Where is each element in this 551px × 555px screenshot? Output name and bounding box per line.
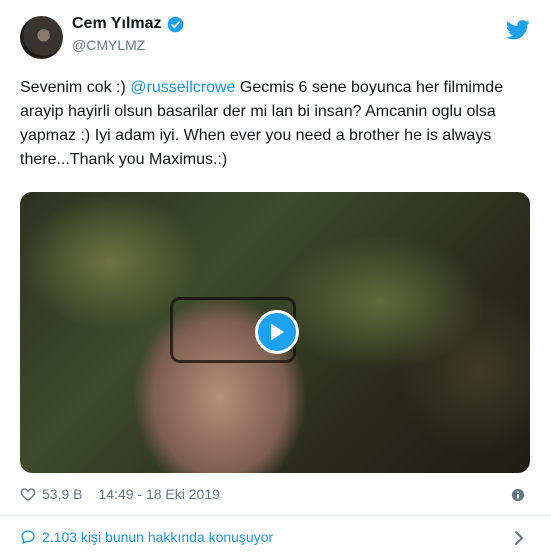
timestamp[interactable]: 14:49 - 18 Eki 2019 — [98, 486, 219, 502]
author-row: Cem Yılmaz — [72, 15, 184, 33]
conversation-text: 2.103 kişi bunun hakkında konuşuyor — [42, 529, 274, 545]
like-count[interactable]: 53,9 B — [42, 486, 82, 502]
avatar[interactable] — [20, 16, 63, 59]
tweet-text: Sevenim cok :) @russellcrowe Gecmis 6 se… — [20, 76, 535, 172]
tweet-meta: 53,9 B 14:49 - 18 Eki 2019 — [20, 486, 220, 502]
speech-bubble-icon — [21, 530, 35, 545]
mention-link[interactable]: @russellcrowe — [130, 79, 235, 96]
tweet-text-part1: Sevenim cok :) — [20, 79, 131, 96]
twitter-bird-icon[interactable] — [506, 20, 530, 40]
play-button[interactable] — [255, 310, 299, 354]
tweet-card: Cem Yılmaz @CMYLMZ Sevenim cok :) @russe… — [0, 0, 551, 555]
verified-badge-icon — [167, 16, 183, 32]
conversation-link[interactable]: 2.103 kişi bunun hakkında konuşuyor — [20, 529, 273, 545]
info-icon[interactable] — [511, 488, 525, 502]
chevron-right-icon[interactable] — [514, 530, 524, 546]
heart-icon[interactable] — [20, 486, 36, 502]
play-icon — [271, 323, 284, 341]
author-name[interactable]: Cem Yılmaz — [72, 15, 162, 33]
divider — [0, 515, 551, 516]
video-player[interactable] — [20, 192, 530, 473]
author-handle[interactable]: @CMYLMZ — [72, 37, 145, 53]
